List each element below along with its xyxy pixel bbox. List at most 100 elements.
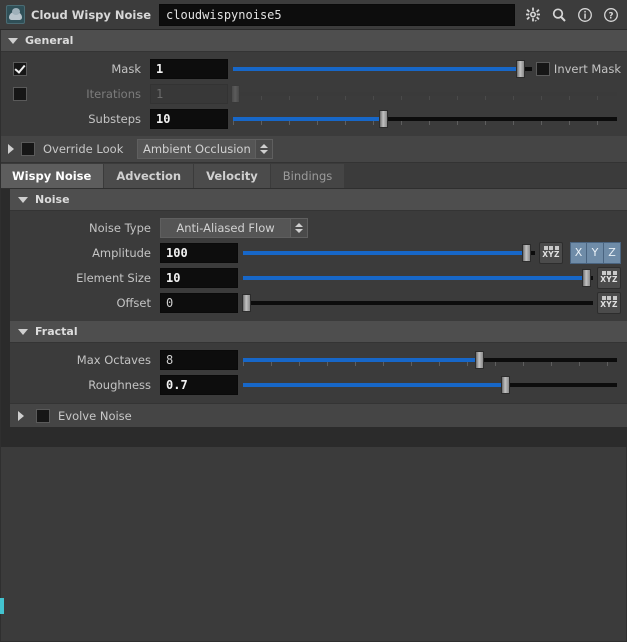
dropdown-override-look[interactable]: Ambient Occlusion (137, 139, 274, 159)
section-title-noise: Noise (35, 193, 70, 206)
help-icon[interactable]: ? (599, 3, 623, 27)
slider-mask[interactable] (233, 58, 532, 80)
mask-enable-checkbox[interactable] (13, 61, 27, 76)
noise-block: Noise Noise Type Anti-Aliased Flow Ampli… (10, 189, 627, 321)
section-header-general[interactable]: General (0, 30, 627, 52)
gear-icon[interactable] (521, 3, 545, 27)
xyz-component-icon[interactable]: XYZ (597, 266, 621, 289)
value-mask: 1 (156, 61, 164, 76)
slider-substeps-ticks (233, 120, 617, 125)
slider-roughness-handle[interactable] (500, 375, 510, 394)
slider-element-size-handle[interactable] (582, 268, 591, 287)
slider-offset-handle[interactable] (241, 293, 251, 312)
tab-advection[interactable]: Advection (104, 164, 195, 188)
chevron-down-icon (8, 37, 18, 44)
titlebar-icon-group: ? (521, 3, 623, 27)
amplitude-trailing-group: XYZ X Y Z (539, 241, 627, 264)
row-element-size: Element Size 10 XYZ (10, 265, 627, 290)
fractal-block: Fractal Max Octaves 8 Roughness 0.7 (10, 321, 627, 403)
label-noise-type: Noise Type (89, 220, 151, 235)
iterations-enable-checkbox[interactable] (13, 86, 27, 101)
label-element-size: Element Size (76, 270, 151, 285)
node-name-value: cloudwispynoise5 (166, 7, 282, 22)
slider-iterations-handle[interactable] (230, 84, 240, 103)
value-offset: 0 (166, 295, 174, 310)
section-header-noise[interactable]: Noise (10, 189, 627, 211)
slider-max-octaves-ticks (243, 361, 617, 366)
xyz-component-icon[interactable]: XYZ (539, 241, 563, 264)
slider-amplitude-handle[interactable] (522, 243, 532, 262)
input-amplitude[interactable]: 100 (160, 242, 238, 263)
chevron-down-icon (18, 196, 28, 203)
label-amplitude: Amplitude (92, 245, 151, 260)
label-roughness: Roughness (88, 377, 151, 392)
tab-bindings[interactable]: Bindings (270, 164, 346, 188)
slider-max-octaves[interactable] (243, 349, 617, 371)
dropdown-noise-type[interactable]: Anti-Aliased Flow (160, 217, 308, 238)
offset-trailing-group: XYZ (597, 291, 627, 314)
xyz-component-icon[interactable]: XYZ (597, 291, 621, 314)
slider-substeps-handle[interactable] (378, 109, 388, 128)
slider-substeps[interactable] (233, 108, 617, 130)
value-element-size: 10 (166, 270, 181, 285)
row-amplitude: Amplitude 100 XYZ X Y Z (10, 240, 627, 265)
section-header-fractal[interactable]: Fractal (10, 321, 627, 343)
row-substeps: Substeps 10 (0, 106, 627, 131)
input-roughness[interactable]: 0.7 (160, 374, 238, 395)
label-evolve-noise: Evolve Noise (58, 408, 132, 423)
node-titlebar: Cloud Wispy Noise cloudwispynoise5 ? (0, 0, 627, 30)
input-substeps[interactable]: 10 (150, 108, 228, 129)
input-element-size[interactable]: 10 (160, 267, 238, 288)
node-type-label: Cloud Wispy Noise (31, 7, 152, 22)
label-override-look: Override Look (43, 142, 124, 156)
value-roughness: 0.7 (166, 377, 188, 392)
value-amplitude: 100 (166, 245, 188, 260)
search-icon[interactable] (547, 3, 571, 27)
noise-block-body: Noise Type Anti-Aliased Flow Amplitude 1… (10, 211, 627, 321)
input-mask[interactable]: 1 (150, 58, 228, 79)
slider-iterations[interactable] (230, 83, 617, 105)
chevron-updown-icon[interactable] (290, 218, 307, 237)
row-override-look[interactable]: Override Look Ambient Occlusion (0, 136, 627, 163)
tab-wispy-noise[interactable]: Wispy Noise (0, 164, 105, 188)
chevron-right-icon[interactable] (18, 410, 24, 421)
label-substeps: Substeps (88, 111, 141, 126)
chevron-updown-icon[interactable] (255, 140, 273, 158)
row-evolve-noise[interactable]: Evolve Noise (10, 403, 627, 427)
slider-amplitude-fill (243, 250, 527, 255)
slider-max-octaves-handle[interactable] (474, 350, 484, 369)
axis-button-group: X Y Z (570, 241, 621, 264)
slider-offset[interactable] (241, 292, 593, 314)
evolve-noise-checkbox[interactable] (36, 408, 50, 423)
scroll-position-marker[interactable] (0, 598, 4, 614)
fractal-block-body: Max Octaves 8 Roughness 0.7 (10, 343, 627, 403)
label-max-octaves: Max Octaves (76, 352, 151, 367)
axis-button-z[interactable]: Z (604, 241, 621, 264)
axis-button-y[interactable]: Y (587, 241, 604, 264)
input-offset[interactable]: 0 (160, 292, 238, 313)
row-max-octaves: Max Octaves 8 (10, 347, 627, 372)
slider-amplitude[interactable] (243, 242, 535, 264)
input-iterations[interactable]: 1 (150, 83, 228, 104)
slider-roughness[interactable] (243, 374, 617, 396)
dropdown-override-look-value: Ambient Occlusion (142, 142, 251, 156)
label-iterations: Iterations (86, 86, 141, 101)
invert-mask-checkbox[interactable] (535, 61, 550, 76)
slider-offset-track (243, 300, 593, 305)
section-title-general: General (25, 34, 74, 47)
slider-roughness-fill (243, 382, 505, 387)
override-look-checkbox[interactable] (21, 142, 35, 156)
slider-element-size[interactable] (243, 267, 593, 289)
node-name-input[interactable]: cloudwispynoise5 (159, 3, 515, 26)
mask-trailing-group: Invert Mask (535, 61, 627, 76)
tabbar: Wispy Noise Advection Velocity Bindings (0, 163, 627, 189)
element-size-trailing-group: XYZ (597, 266, 627, 289)
slider-mask-handle[interactable] (515, 59, 525, 78)
chevron-right-icon[interactable] (8, 144, 14, 154)
slider-iterations-ticks (233, 95, 617, 100)
tab-velocity[interactable]: Velocity (194, 164, 271, 188)
info-icon[interactable] (573, 3, 597, 27)
axis-button-x[interactable]: X (570, 241, 587, 264)
input-max-octaves[interactable]: 8 (160, 349, 238, 370)
dropdown-noise-type-value: Anti-Aliased Flow (176, 220, 275, 235)
